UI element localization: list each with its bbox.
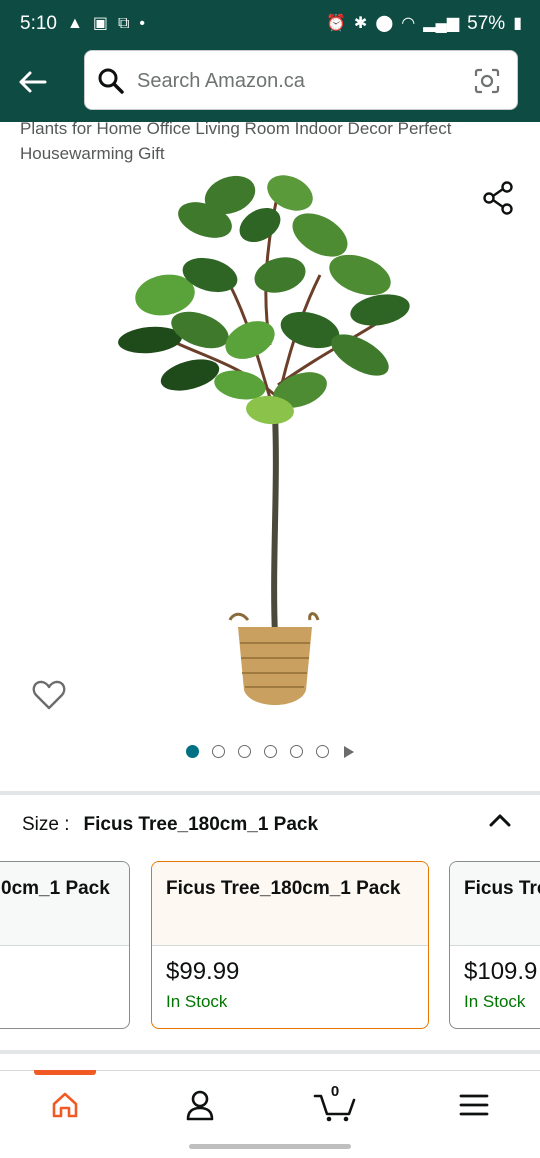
size-selected-value: Ficus Tree_180cm_1 Pack (83, 814, 319, 835)
signal-icon: ▂▄▆ (423, 15, 460, 32)
active-tab-indicator (34, 1070, 96, 1075)
battery-icon: ▮ (513, 15, 522, 32)
carousel-dot[interactable] (238, 745, 251, 758)
person-icon (186, 1090, 214, 1121)
bottom-navigation: 0 (0, 1070, 540, 1138)
wishlist-button[interactable] (32, 679, 66, 716)
status-bar: 5:10 ▲ ▣ ⧉ • ⏰ ✱ ⬤ ◠ ▂▄▆ 57% ▮ (0, 0, 540, 50)
search-box[interactable] (84, 50, 518, 110)
collapse-button[interactable] (488, 810, 512, 835)
cart-count: 0 (330, 1083, 340, 1100)
nav-cart[interactable]: 0 (305, 1083, 365, 1125)
size-option-name: Ficus Tree_180cm_1 Pack (152, 862, 428, 946)
size-option-stock: In Stock (166, 992, 228, 1011)
size-label: Size : (22, 814, 70, 835)
back-button[interactable] (14, 64, 50, 100)
product-image[interactable] (110, 165, 430, 725)
carousel-dot[interactable] (290, 745, 303, 758)
header (0, 50, 540, 122)
hamburger-menu-icon (459, 1094, 489, 1116)
search-icon[interactable] (97, 67, 125, 95)
photo-icon: ▣ (92, 15, 108, 32)
battery-level: 57% (467, 13, 506, 34)
nav-menu[interactable] (444, 1085, 504, 1125)
size-option-name: 0cm_1 Pack (0, 862, 129, 946)
size-option-card[interactable]: Ficus Tre $109.9 In Stock (449, 861, 540, 1029)
camera-search-icon[interactable] (473, 67, 501, 95)
size-option-price: $99.99 (166, 958, 240, 985)
carousel-dot[interactable] (264, 745, 277, 758)
divider (0, 1050, 540, 1054)
chevron-up-icon (489, 814, 511, 827)
size-option-stock: In Stock (464, 992, 526, 1011)
system-home-indicator[interactable] (189, 1144, 351, 1149)
nav-account[interactable] (170, 1085, 230, 1125)
video-play-icon[interactable] (344, 745, 354, 758)
screen-record-icon: ⧉ (117, 15, 130, 32)
product-title[interactable]: Plants for Home Office Living Room Indoo… (20, 116, 520, 166)
search-input[interactable] (137, 61, 457, 101)
size-selector-header[interactable]: Size : Ficus Tree_180cm_1 Pack (22, 814, 318, 836)
alarm-icon: ⏰ (326, 15, 346, 32)
size-option-name: Ficus Tre (450, 862, 540, 946)
size-option-price: $109.9 (464, 958, 538, 985)
heart-icon (32, 680, 66, 710)
size-option-card[interactable]: 0cm_1 Pack (0, 861, 130, 1029)
nav-home[interactable] (35, 1085, 95, 1125)
carousel-dots[interactable] (0, 745, 540, 758)
home-icon (52, 1092, 78, 1118)
carousel-dot[interactable] (316, 745, 329, 758)
location-icon: ⬤ (375, 15, 394, 32)
back-arrow-icon (19, 71, 47, 93)
status-time: 5:10 (20, 13, 57, 34)
carousel-dot[interactable] (186, 745, 199, 758)
share-button[interactable] (482, 181, 514, 220)
carousel-dot[interactable] (212, 745, 225, 758)
divider (0, 791, 540, 795)
navigation-icon: ▲ (66, 15, 83, 32)
share-icon (483, 181, 513, 215)
product-image-gallery[interactable] (0, 165, 540, 730)
wifi-icon: ◠ (401, 15, 416, 32)
dot-icon: • (139, 15, 145, 32)
size-option-card-selected[interactable]: Ficus Tree_180cm_1 Pack $99.99 In Stock (151, 861, 429, 1029)
bluetooth-icon: ✱ (353, 15, 368, 32)
